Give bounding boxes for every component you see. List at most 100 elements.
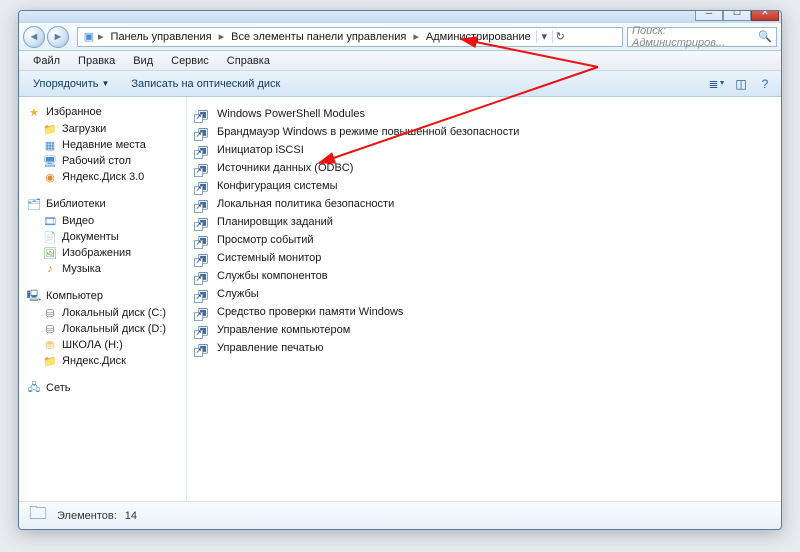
breadcrumb-seg-1[interactable]: Панель управления	[106, 31, 217, 43]
menu-view[interactable]: Вид	[125, 53, 161, 69]
list-item[interactable]: ▣Планировщик заданий	[193, 213, 775, 231]
list-item-label: Управление печатью	[217, 342, 324, 354]
list-item-label: Управление компьютером	[217, 324, 350, 336]
shortcut-icon: ▣	[195, 160, 211, 176]
sidebar-item-label: Загрузки	[62, 123, 106, 135]
sidebar-item-desktop[interactable]: 🖥Рабочий стол	[23, 153, 182, 169]
help-button[interactable]: ?	[755, 75, 775, 93]
search-input[interactable]: Поиск: Администриров... 🔍	[627, 27, 777, 47]
refresh-button[interactable]: ↻	[552, 30, 568, 43]
sidebar-item-disk-c[interactable]: ⛁Локальный диск (C:)	[23, 305, 182, 321]
nav-buttons: ◄ ►	[23, 26, 69, 48]
sidebar-libraries-label: Библиотеки	[46, 198, 106, 210]
body: ★ Избранное 📁 Загрузки ▦Недавние места 🖥Р…	[19, 97, 781, 501]
list-item[interactable]: ▣Управление компьютером	[193, 321, 775, 339]
list-item-label: Windows PowerShell Modules	[217, 108, 365, 120]
star-icon: ★	[27, 105, 41, 119]
list-item-label: Конфигурация системы	[217, 180, 338, 192]
list-item-label: Средство проверки памяти Windows	[217, 306, 403, 318]
menu-edit[interactable]: Правка	[70, 53, 123, 69]
maximize-button[interactable]: ☐	[723, 10, 751, 21]
sidebar-item-pictures[interactable]: 🖼Изображения	[23, 245, 182, 261]
sidebar-item-disk-d[interactable]: ⛁ Локальный диск (D:)	[23, 321, 182, 337]
folder-icon: 📁	[43, 354, 57, 368]
sidebar-item-label: Локальный диск (D:)	[62, 323, 166, 335]
drive-icon: ⛃	[43, 338, 57, 352]
list-item[interactable]: ▣Локальная политика безопасности	[193, 195, 775, 213]
sidebar-item-yandex[interactable]: 📁 Яндекс.Диск	[23, 353, 182, 369]
list-item[interactable]: ▣Конфигурация системы	[193, 177, 775, 195]
list-item-label: Брандмауэр Windows в режиме повышенной б…	[217, 126, 519, 138]
sidebar-favorites-header[interactable]: ★ Избранное	[23, 103, 182, 121]
burn-button[interactable]: Записать на оптический диск	[123, 75, 288, 93]
sidebar-computer-label: Компьютер	[46, 290, 103, 302]
sidebar-item-label: Рабочий стол	[62, 155, 131, 167]
list-item[interactable]: ▣Управление печатью	[193, 339, 775, 357]
sidebar-favorites-label: Избранное	[46, 106, 102, 118]
chevron-right-icon: ▸	[217, 30, 227, 43]
nav-forward-button[interactable]: ►	[47, 26, 69, 48]
address-bar: ◄ ► ▣ ▸ Панель управления ▸ Все элементы…	[19, 23, 781, 51]
list-item[interactable]: ▣Службы	[193, 285, 775, 303]
music-icon: ♪	[43, 262, 57, 276]
organize-label: Упорядочить	[33, 78, 98, 90]
list-item-label: Службы	[217, 288, 259, 300]
organize-button[interactable]: Упорядочить ▼	[25, 75, 117, 93]
shortcut-icon: ▣	[195, 214, 211, 230]
menu-service[interactable]: Сервис	[163, 53, 217, 69]
sidebar-item-recent[interactable]: ▦Недавние места	[23, 137, 182, 153]
menu-file[interactable]: Файл	[25, 53, 68, 69]
network-icon: 🖧	[27, 381, 41, 395]
sidebar-item-videos[interactable]: 🎞Видео	[23, 213, 182, 229]
list-item[interactable]: ▣Брандмауэр Windows в режиме повышенной …	[193, 123, 775, 141]
shortcut-icon: ▣	[195, 268, 211, 284]
breadcrumb-seg-2[interactable]: Все элементы панели управления	[226, 31, 411, 43]
yandex-icon: ◉	[43, 170, 57, 184]
list-item[interactable]: ▣Просмотр событий	[193, 231, 775, 249]
sidebar-item-school[interactable]: ⛃ШКОЛА (H:)	[23, 337, 182, 353]
list-item[interactable]: ▣ Службы компонентов	[193, 267, 775, 285]
folder-icon: 📁	[43, 122, 57, 136]
list-item-label: Системный монитор	[217, 252, 321, 264]
menu-bar: Файл Правка Вид Сервис Справка	[19, 51, 781, 71]
list-item[interactable]: ▣Системный монитор	[193, 249, 775, 267]
list-item[interactable]: ▣ Источники данных (ODBC)	[193, 159, 775, 177]
sidebar-computer-header[interactable]: 🖳 Компьютер	[23, 287, 182, 305]
chevron-right-icon: ▸	[411, 30, 421, 43]
breadcrumb-seg-3[interactable]: Администрирование	[421, 31, 536, 43]
video-icon: 🎞	[43, 214, 57, 228]
list-item[interactable]: ▣ Windows PowerShell Modules	[193, 105, 775, 123]
list-item-label: Источники данных (ODBC)	[217, 162, 353, 174]
sidebar-libraries: 🗂 Библиотеки 🎞Видео 📄Документы 🖼Изображе…	[23, 195, 182, 277]
view-options-button[interactable]: ≣ ▼	[707, 75, 727, 93]
drive-icon: ⛁	[43, 322, 57, 336]
sidebar-item-label: Изображения	[62, 247, 131, 259]
nav-back-button[interactable]: ◄	[23, 26, 45, 48]
status-label: Элементов:	[57, 510, 117, 522]
sidebar-item-documents[interactable]: 📄Документы	[23, 229, 182, 245]
sidebar-item-label: Локальный диск (C:)	[62, 307, 166, 319]
shortcut-icon: ▣	[195, 106, 211, 122]
sidebar-libraries-header[interactable]: 🗂 Библиотеки	[23, 195, 182, 213]
menu-help[interactable]: Справка	[219, 53, 278, 69]
breadcrumb-dropdown[interactable]: ▾	[536, 30, 552, 43]
close-button[interactable]: ✕	[751, 10, 779, 21]
preview-pane-button[interactable]: ◫	[731, 75, 751, 93]
sidebar-network: 🖧 Сеть	[23, 379, 182, 397]
explorer-window: ─ ☐ ✕ ◄ ► ▣ ▸ Панель управления ▸ Все эл…	[18, 10, 782, 530]
list-item[interactable]: ▣Средство проверки памяти Windows	[193, 303, 775, 321]
sidebar-item-label: Яндекс.Диск	[62, 355, 126, 367]
minimize-button[interactable]: ─	[695, 10, 723, 21]
breadcrumb[interactable]: ▣ ▸ Панель управления ▸ Все элементы пан…	[77, 27, 623, 47]
sidebar-item-yandex3[interactable]: ◉Яндекс.Диск 3.0	[23, 169, 182, 185]
list-item-label: Службы компонентов	[217, 270, 328, 282]
document-icon: 📄	[43, 230, 57, 244]
status-bar: 🗀 Элементов: 14	[19, 501, 781, 529]
sidebar-computer: 🖳 Компьютер ⛁Локальный диск (C:) ⛁Локаль…	[23, 287, 182, 369]
search-placeholder: Поиск: Администриров...	[632, 25, 758, 49]
sidebar-item-music[interactable]: ♪Музыка	[23, 261, 182, 277]
list-item[interactable]: ▣Инициатор iSCSI	[193, 141, 775, 159]
sidebar-item-downloads[interactable]: 📁 Загрузки	[23, 121, 182, 137]
list-item-label: Инициатор iSCSI	[217, 144, 304, 156]
sidebar-network-header[interactable]: 🖧 Сеть	[23, 379, 182, 397]
